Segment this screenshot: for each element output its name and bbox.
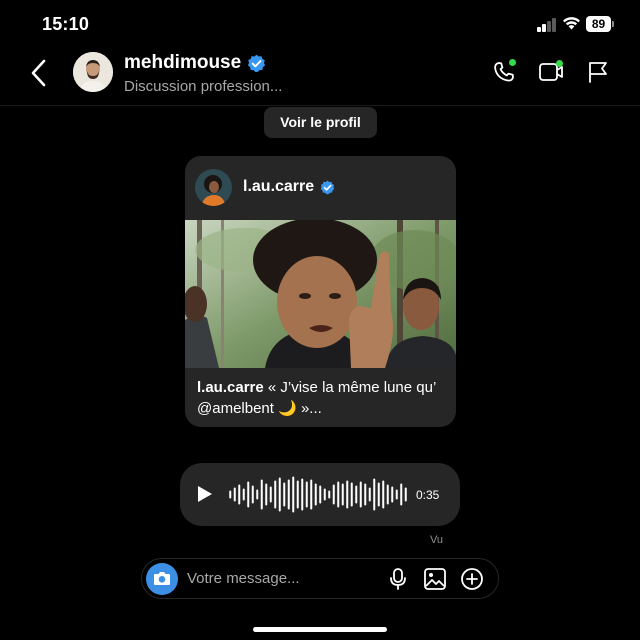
battery-icon: 89 xyxy=(586,16,614,32)
waveform-bar xyxy=(274,480,277,509)
waveform-bar xyxy=(382,480,385,509)
waveform-bar xyxy=(319,485,322,504)
play-button[interactable] xyxy=(197,485,213,508)
microphone-icon xyxy=(390,568,406,590)
caption-author: l.au.carre xyxy=(197,379,264,396)
waveform-bar xyxy=(310,479,313,510)
waveform-bar xyxy=(323,488,326,501)
waveform-bar xyxy=(337,481,340,508)
waveform-bar xyxy=(287,479,290,510)
chat-subtitle: Discussion profession... xyxy=(124,78,283,95)
username-row[interactable]: mehdimouse xyxy=(124,52,266,74)
waveform-bar xyxy=(229,490,232,499)
waveform-bar xyxy=(314,483,317,506)
add-circle-icon xyxy=(461,568,483,590)
waveform-bar xyxy=(265,483,268,506)
add-content-button[interactable] xyxy=(460,567,484,596)
back-button[interactable] xyxy=(26,58,52,88)
avatar[interactable] xyxy=(73,52,113,92)
voice-record-button[interactable] xyxy=(388,567,408,596)
waveform-bar xyxy=(269,486,272,503)
waveform-bar xyxy=(386,484,389,505)
waveform-bar xyxy=(395,489,398,500)
gallery-button[interactable] xyxy=(423,567,447,596)
video-call-button[interactable] xyxy=(538,60,564,89)
waveform-bar xyxy=(400,483,403,506)
post-author: l.au.carre xyxy=(243,178,315,195)
post-author-avatar[interactable] xyxy=(195,169,232,206)
shared-post-card[interactable]: l.au.carre l.au.carre « J’vise la même l… xyxy=(185,156,456,427)
verified-badge-icon xyxy=(320,180,335,194)
play-icon xyxy=(198,486,212,502)
status-time: 15:10 xyxy=(42,14,90,34)
waveform-bar xyxy=(364,483,367,506)
chat-header: mehdimouse Discussion profession... xyxy=(0,50,640,106)
verified-badge-icon xyxy=(248,54,266,72)
message-input[interactable] xyxy=(187,567,377,589)
waveform-bar xyxy=(238,484,241,505)
waveform-bar xyxy=(391,486,394,503)
home-indicator xyxy=(253,627,387,632)
message-composer xyxy=(141,558,499,599)
waveform-bar xyxy=(341,483,344,506)
waveform-bar xyxy=(328,490,331,499)
post-author-row[interactable]: l.au.carre xyxy=(243,178,335,196)
view-profile-button[interactable]: Voir le profil xyxy=(264,107,377,138)
waveform-bar xyxy=(373,478,376,511)
waveform-bar xyxy=(233,487,236,502)
waveform-bar xyxy=(256,489,259,500)
chevron-left-icon xyxy=(31,59,46,87)
post-caption: l.au.carre « J’vise la même lune qu’ @am… xyxy=(197,377,447,419)
waveform-bar xyxy=(296,480,299,509)
flag-icon xyxy=(589,62,607,83)
post-video-thumbnail[interactable] xyxy=(185,220,456,368)
seen-receipt: Vu xyxy=(430,534,444,546)
camera-button[interactable] xyxy=(146,563,178,595)
waveform-bar xyxy=(301,478,304,511)
waveform-bar xyxy=(283,482,286,507)
waveform-bar xyxy=(305,481,308,508)
waveform-bar xyxy=(278,477,281,512)
waveform-icon xyxy=(229,476,407,513)
voice-message[interactable]: 0:35 xyxy=(180,463,460,526)
camera-icon xyxy=(154,572,170,585)
waveform-bar xyxy=(332,484,335,505)
waveform-bar xyxy=(368,487,371,502)
waveform-bar xyxy=(251,485,254,504)
waveform-bar xyxy=(359,481,362,508)
waveform-bar xyxy=(404,487,407,502)
waveform-bar xyxy=(377,482,380,507)
waveform-bar xyxy=(260,479,263,510)
gallery-icon xyxy=(424,568,446,590)
voice-duration: 0:35 xyxy=(416,488,440,502)
waveform-bar xyxy=(292,476,295,513)
call-active-dot xyxy=(509,59,516,66)
waveform-bar xyxy=(242,488,245,501)
waveform-bar xyxy=(247,481,250,508)
cellular-signal-icon xyxy=(537,18,557,32)
audio-call-button[interactable] xyxy=(492,59,516,89)
battery-level: 89 xyxy=(586,16,611,32)
waveform-bar xyxy=(350,482,353,507)
status-bar: 15:10 89 xyxy=(0,0,640,50)
waveform-bar xyxy=(355,485,358,504)
video-active-dot xyxy=(556,60,563,67)
shared-post-header: l.au.carre xyxy=(185,156,456,220)
waveform-bar xyxy=(346,480,349,509)
wifi-icon xyxy=(562,15,581,35)
username: mehdimouse xyxy=(124,52,242,73)
report-button[interactable] xyxy=(587,60,609,89)
